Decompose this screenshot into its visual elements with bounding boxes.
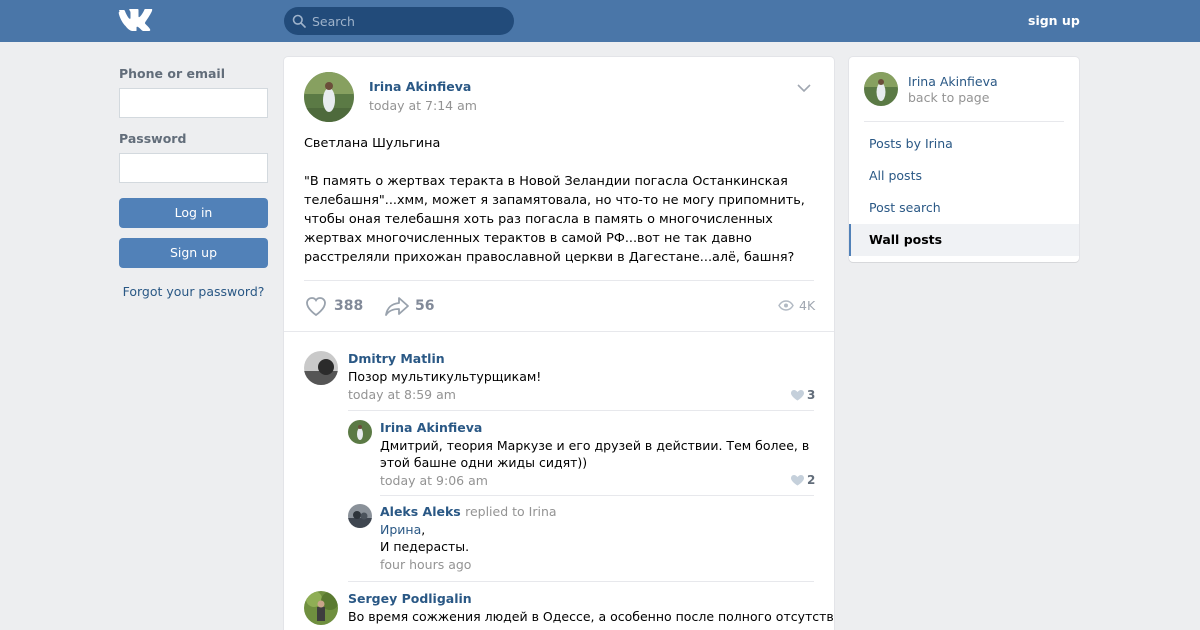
sidebar-item-all-posts[interactable]: All posts <box>849 160 1079 192</box>
phone-label: Phone or email <box>119 66 225 81</box>
post-text-body: "В память о жертвах теракта в Новой Зела… <box>304 174 805 265</box>
post-text: Светлана Шульгина "В память о жертвах те… <box>304 134 814 267</box>
heart-icon <box>306 297 326 317</box>
comment-author[interactable]: Sergey Podligalin <box>348 591 472 606</box>
search-box[interactable] <box>284 7 514 35</box>
comment-author[interactable]: Dmitry Matlin <box>348 351 445 366</box>
divider <box>348 581 814 582</box>
comment-text: Позор мультикультурщикам! <box>348 369 542 384</box>
replied-to[interactable]: replied to Irina <box>465 504 556 519</box>
comment-text: Дмитрий, теория Маркузе и его друзей в д… <box>380 438 810 470</box>
signup-link[interactable]: sign up <box>1028 13 1080 28</box>
sidebar-item-post-search[interactable]: Post search <box>849 192 1079 224</box>
avatar[interactable] <box>348 504 372 528</box>
profile-nav-card: Irina Akinfieva back to page Posts by Ir… <box>849 57 1079 262</box>
comment-text: Ирина, И педерасты. <box>380 521 814 555</box>
login-form: Phone or email Password Log in Sign up F… <box>119 66 268 299</box>
post-text-line: Светлана Шульгина <box>304 136 441 151</box>
comment-text-body: И педерасты. <box>380 539 470 554</box>
top-header: sign up <box>0 0 1200 42</box>
phone-field[interactable] <box>119 88 268 118</box>
avatar[interactable] <box>348 420 372 444</box>
divider <box>348 410 814 411</box>
comment-time[interactable]: today at 9:06 am <box>380 473 488 488</box>
avatar[interactable] <box>304 72 354 122</box>
back-to-page-link[interactable]: back to page <box>908 90 989 105</box>
share-icon <box>385 297 409 316</box>
sidebar-item-wall-posts[interactable]: Wall posts <box>849 224 1079 256</box>
divider <box>284 331 834 332</box>
mention-link[interactable]: Ирина <box>380 522 421 537</box>
divider <box>304 280 814 281</box>
profile-name[interactable]: Irina Akinfieva <box>908 74 998 89</box>
comment-author[interactable]: Aleks Aleks replied to Irina <box>380 504 557 519</box>
avatar[interactable] <box>864 72 898 106</box>
comment-like-count: 2 <box>807 473 816 487</box>
views-count: 4K <box>799 298 816 313</box>
comment-like-count: 3 <box>807 388 816 402</box>
share-count: 56 <box>415 298 435 314</box>
chevron-down-icon[interactable] <box>796 83 812 93</box>
forgot-password-link[interactable]: Forgot your password? <box>119 284 268 299</box>
avatar[interactable] <box>304 351 338 385</box>
comment-author-name[interactable]: Aleks Aleks <box>380 504 461 519</box>
post-time[interactable]: today at 7:14 am <box>369 98 477 113</box>
like-count: 388 <box>334 298 364 314</box>
search-input[interactable] <box>312 7 508 35</box>
comment-author[interactable]: Irina Akinfieva <box>380 420 482 435</box>
heart-icon <box>791 475 804 486</box>
password-field[interactable] <box>119 153 268 183</box>
divider <box>864 121 1064 122</box>
sidebar-item-posts-by-irina[interactable]: Posts by Irina <box>849 128 1079 160</box>
comma: , <box>421 522 426 537</box>
comment-time[interactable]: four hours ago <box>380 557 471 572</box>
eye-icon <box>778 300 794 311</box>
vk-logo[interactable] <box>118 9 154 31</box>
login-button[interactable]: Log in <box>119 198 268 228</box>
password-label: Password <box>119 131 187 146</box>
comment-text: Во время сожжения людей в Одессе, а особ… <box>348 609 834 624</box>
post-author[interactable]: Irina Akinfieva <box>369 79 471 94</box>
comment-time[interactable]: today at 8:59 am <box>348 387 456 402</box>
post-card: Irina Akinfieva today at 7:14 am Светлан… <box>284 57 834 630</box>
signup-button[interactable]: Sign up <box>119 238 268 268</box>
divider <box>380 495 814 496</box>
avatar[interactable] <box>304 591 338 625</box>
search-icon <box>292 14 306 28</box>
heart-icon <box>791 390 804 401</box>
